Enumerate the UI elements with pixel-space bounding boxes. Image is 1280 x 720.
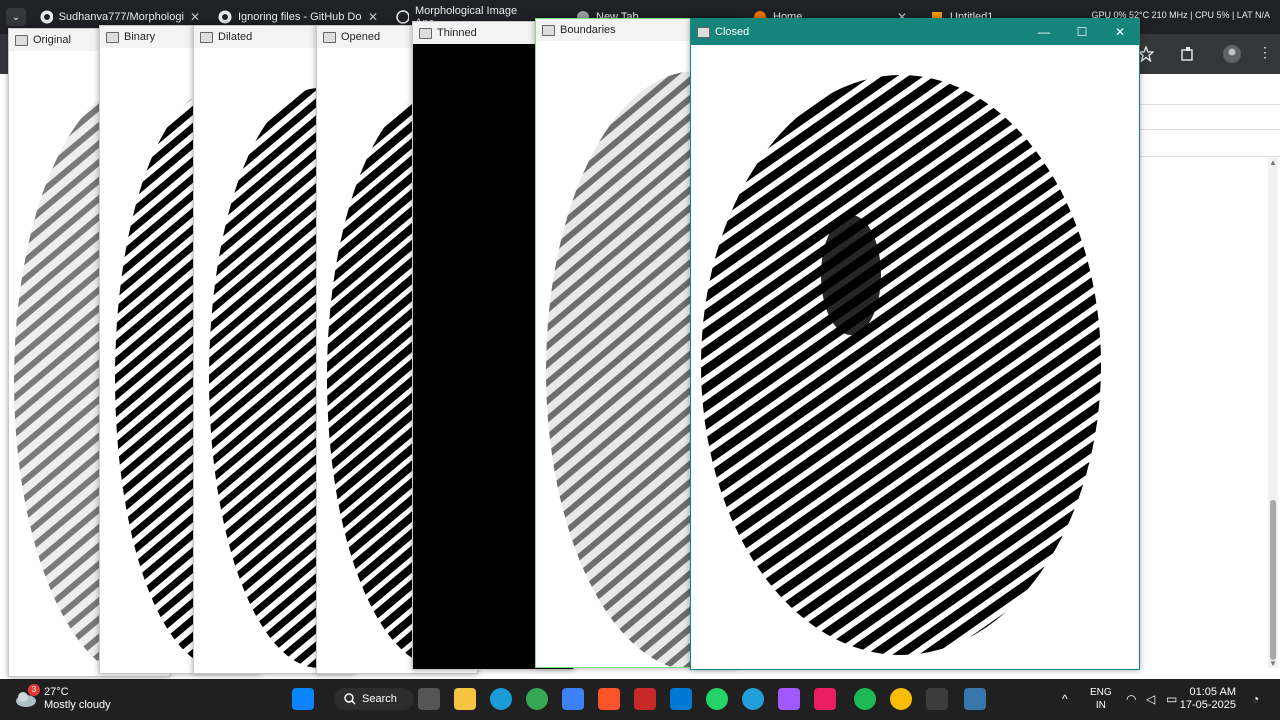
window-titlebar[interactable]: Closed — ☐ ✕ <box>691 19 1139 45</box>
language-indicator[interactable]: ENG IN <box>1090 686 1112 712</box>
window-app-icon <box>697 26 710 38</box>
window-app-icon <box>419 27 432 39</box>
lang-line1: ENG <box>1090 687 1112 698</box>
divider <box>1139 104 1280 105</box>
taskbar-clock[interactable]: 01:05 AM 17-05-2025 <box>1180 686 1236 712</box>
maximize-button[interactable]: ☐ <box>1063 25 1101 39</box>
fingerprint-image-closed <box>701 75 1101 655</box>
tray-chevron-icon[interactable]: ^ <box>1062 692 1068 706</box>
extensions-icon[interactable] <box>1180 46 1196 62</box>
weather-desc: Mostly cloudy <box>44 699 111 711</box>
terminal-icon[interactable] <box>926 688 948 710</box>
app-active-icon[interactable] <box>814 688 836 710</box>
python-icon[interactable] <box>964 688 986 710</box>
windows-taskbar: Search ^ ◠ ◁ ▭ ◔ <box>0 680 1280 720</box>
tab-title: Ignoring files - GitHub Do <box>238 11 362 23</box>
image-canvas <box>691 45 1139 669</box>
close-button[interactable]: ✕ <box>1101 25 1139 39</box>
telegram-icon[interactable] <box>742 688 764 710</box>
window-app-icon <box>15 34 28 46</box>
minimize-button[interactable]: — <box>1025 25 1063 39</box>
battery-icon[interactable]: ▭ <box>1166 692 1177 706</box>
window-app-icon <box>106 31 119 43</box>
github-icon <box>40 10 53 24</box>
github-icon <box>218 10 232 24</box>
window-closed[interactable]: Closed — ☐ ✕ <box>690 18 1140 670</box>
tab-title: Sudhanva777/Morphologi <box>58 11 184 23</box>
weather-badge: 3 <box>28 684 40 696</box>
tab-search-dropdown[interactable]: ⌄ <box>6 8 26 26</box>
window-title: Opened <box>341 31 381 43</box>
whatsapp-icon[interactable] <box>706 688 728 710</box>
chatgpt-icon <box>396 10 409 24</box>
vscode-icon[interactable] <box>670 688 692 710</box>
profile-avatar[interactable] <box>1222 44 1242 64</box>
weather-temp: 27°C <box>44 686 69 698</box>
figma-icon[interactable] <box>778 688 800 710</box>
task-view-icon[interactable] <box>418 688 440 710</box>
window-title: Closed <box>715 26 750 38</box>
clock-date: 17-05-2025 <box>1179 699 1236 711</box>
window-title: Thinned <box>437 27 477 39</box>
scroll-down-icon[interactable]: ▼ <box>1269 659 1277 668</box>
search-label: Search <box>362 693 397 705</box>
chrome-taskbar-icon[interactable] <box>526 688 548 710</box>
tab-close-icon[interactable]: ✕ <box>368 10 378 24</box>
spotify-icon[interactable] <box>854 688 876 710</box>
scrollbar-thumb[interactable] <box>1270 500 1276 660</box>
window-app-icon <box>323 31 336 43</box>
brave-icon[interactable] <box>598 688 620 710</box>
taskbar-search[interactable]: Search <box>334 688 414 710</box>
clock-time: 01:05 AM <box>1189 686 1236 698</box>
notification-icon[interactable]: ◔ <box>1252 692 1259 706</box>
star-icon[interactable] <box>1138 46 1154 62</box>
window-app-icon <box>542 24 555 36</box>
cloud-icon: 3 <box>14 684 40 710</box>
menu-dots-icon[interactable]: ⋮ <box>1258 44 1272 61</box>
start-button-icon[interactable] <box>292 688 314 710</box>
mcafee-icon[interactable] <box>634 688 656 710</box>
lang-line2: IN <box>1095 700 1106 711</box>
store-icon[interactable] <box>562 688 584 710</box>
wifi-icon[interactable]: ◠ <box>1126 692 1136 706</box>
tab-close-icon[interactable]: ✕ <box>190 10 200 24</box>
search-icon <box>344 693 356 705</box>
weather-widget[interactable]: 3 27°C Mostly cloudy <box>14 684 111 712</box>
chrome-profile-icon[interactable] <box>890 688 912 710</box>
window-title: Dilated <box>218 31 253 43</box>
divider <box>1139 129 1280 130</box>
page-scrollbar[interactable]: ▲ ▼ <box>1268 158 1278 668</box>
edge-icon[interactable] <box>490 688 512 710</box>
window-app-icon <box>200 31 213 43</box>
window-title: Binary <box>124 31 156 43</box>
window-title: Original <box>33 34 71 46</box>
file-explorer-icon[interactable] <box>454 688 476 710</box>
divider <box>1139 156 1280 157</box>
scroll-up-icon[interactable]: ▲ <box>1269 158 1277 167</box>
window-title: Boundaries <box>560 24 616 36</box>
volume-icon[interactable]: ◁ <box>1146 692 1155 706</box>
